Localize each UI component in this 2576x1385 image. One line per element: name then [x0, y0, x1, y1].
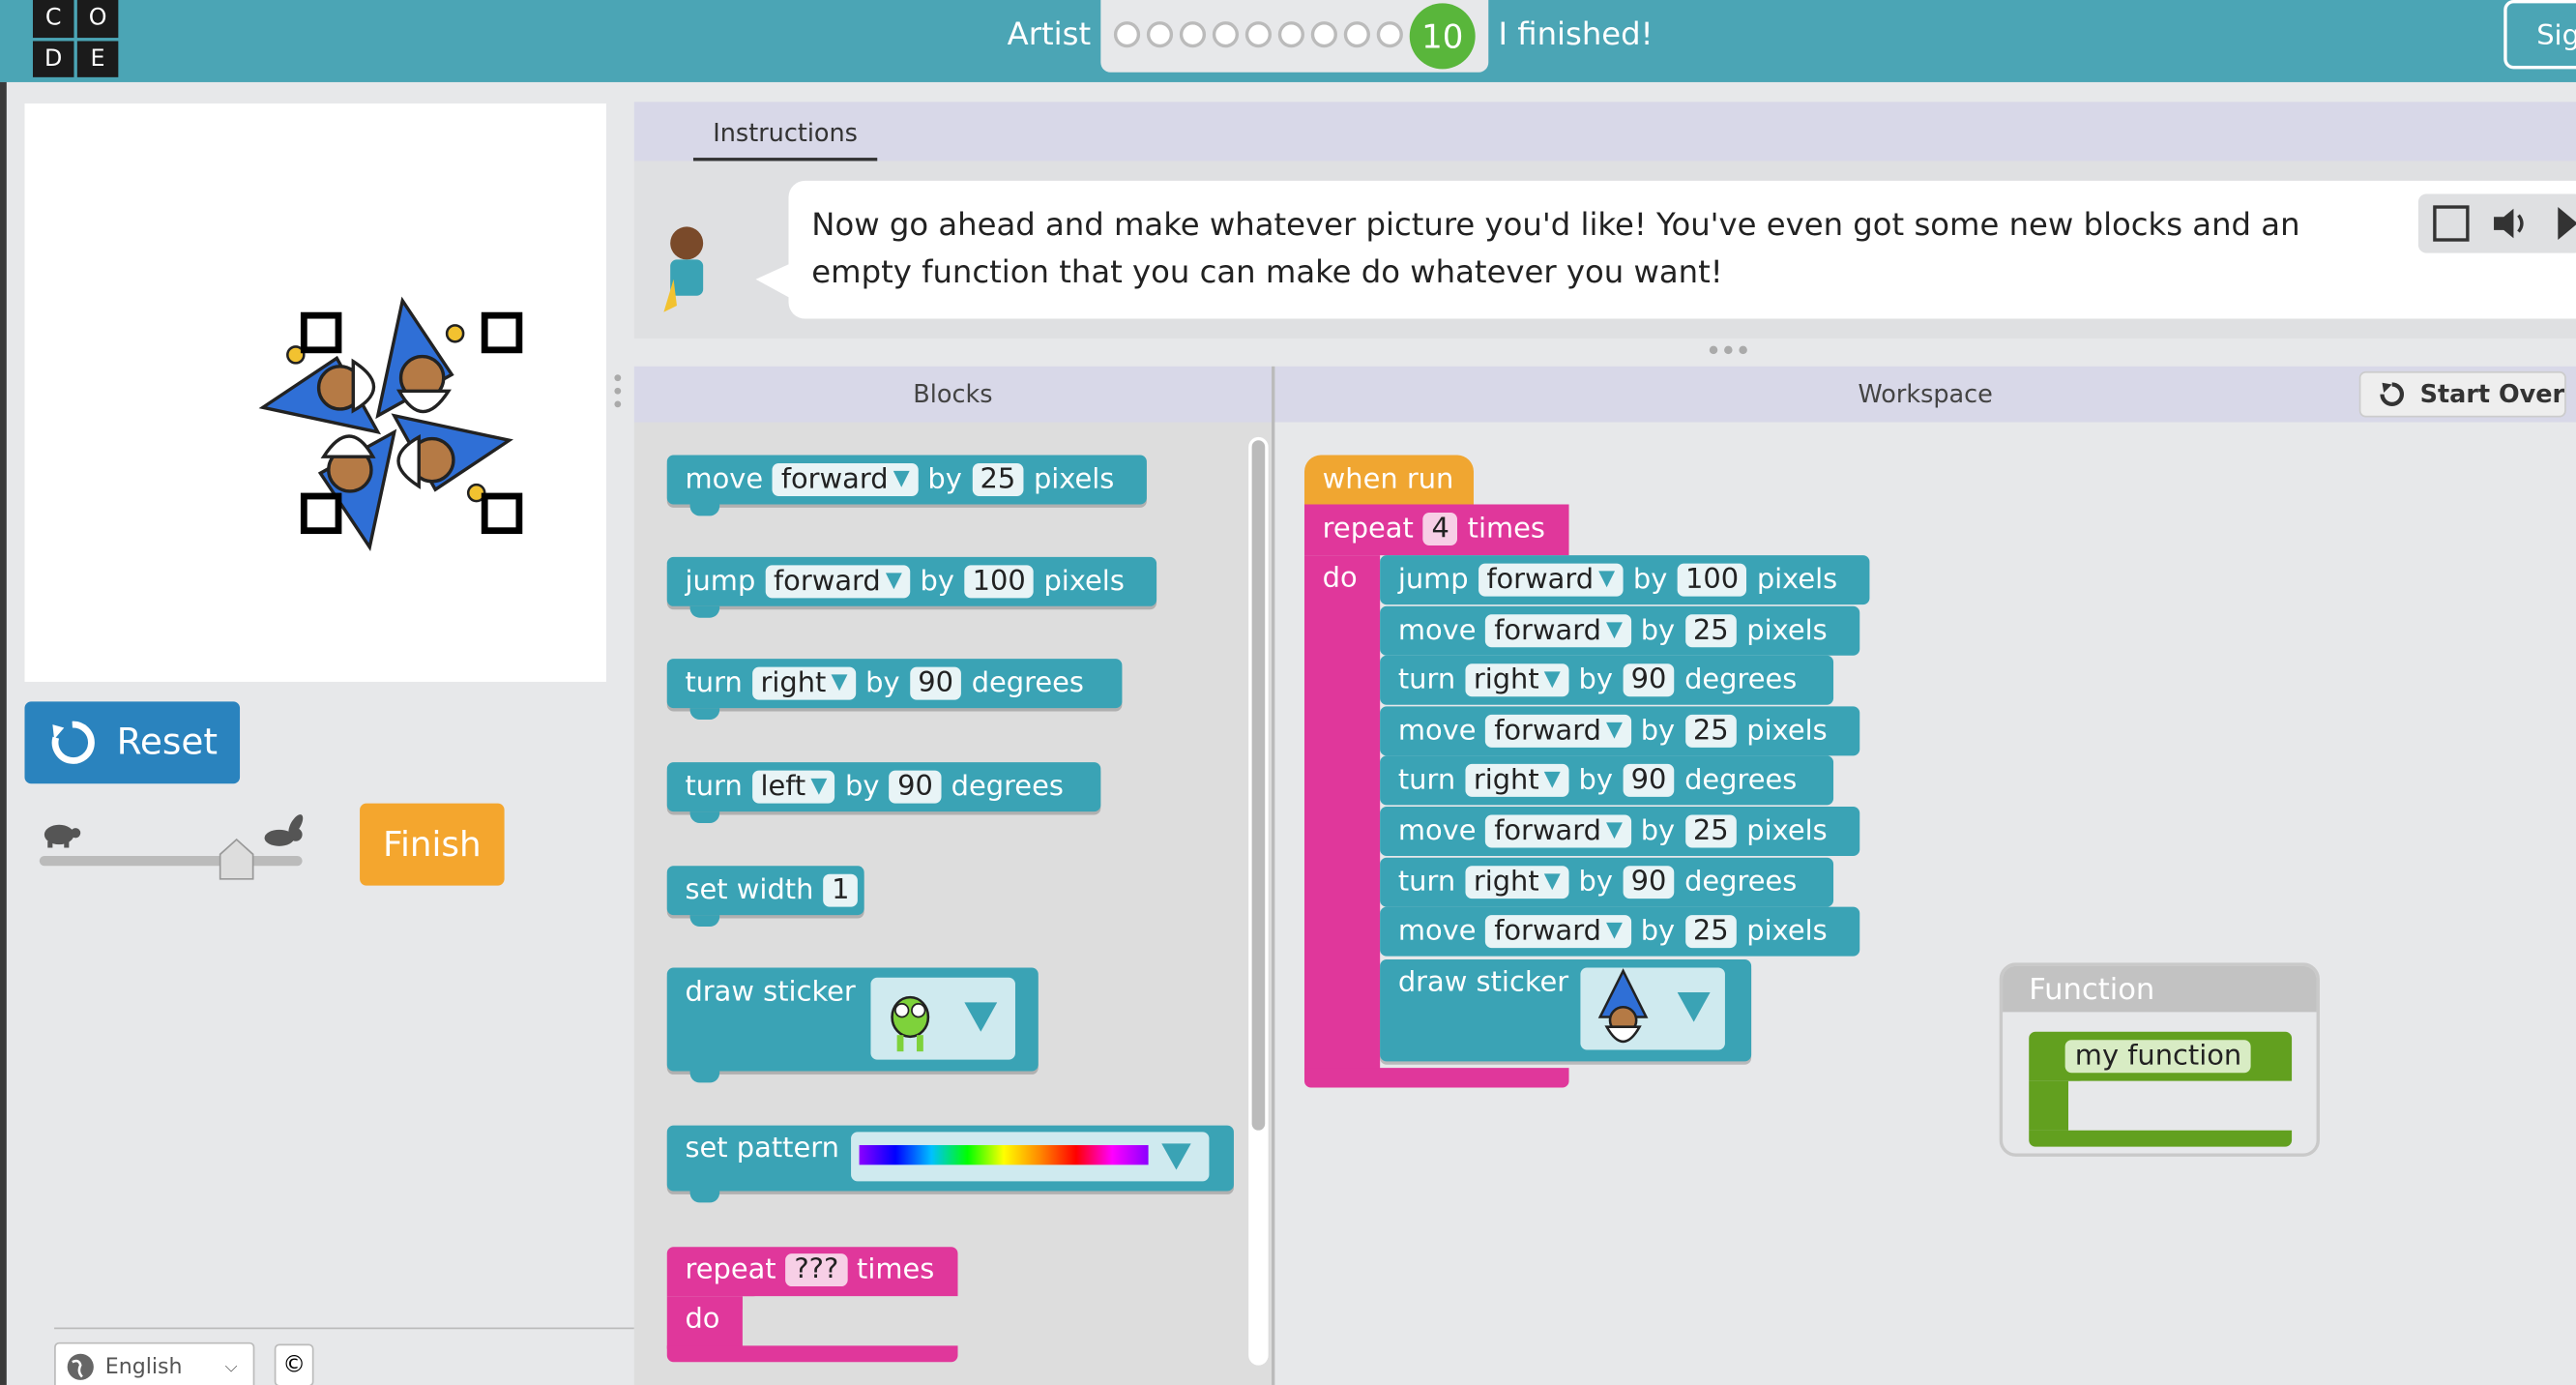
dropdown-arrow-icon	[964, 1002, 998, 1032]
my-function-block[interactable]: my function	[2029, 1031, 2293, 1147]
when-run-block[interactable]: when run	[1303, 455, 1474, 505]
language-select[interactable]: English ⌵	[54, 1341, 255, 1385]
resize-grip-vertical[interactable]	[613, 371, 623, 411]
workspace-move-block[interactable]: move forward ▼ by 25 pixels	[1380, 906, 1860, 957]
toolbox-turn-left-block[interactable]: turn left ▼ by 90 degrees	[666, 762, 1101, 824]
workspace-turn-block[interactable]: turn right ▼ by 90 degrees	[1380, 756, 1834, 807]
instructions-text: Now go ahead and make whatever picture y…	[788, 180, 2576, 319]
dropdown-arrow-icon	[1161, 1143, 1191, 1170]
blocks-header: Blocks	[633, 366, 1273, 423]
level-dot[interactable]	[1343, 21, 1370, 48]
finish-button[interactable]: Finish	[360, 803, 505, 886]
wizard-drawing	[261, 296, 523, 549]
toolbox-scrollbar-thumb[interactable]	[1251, 440, 1266, 1131]
workspace-move-block[interactable]: move forward ▼ by 25 pixels	[1380, 605, 1860, 656]
workspace-turn-block[interactable]: turn right ▼ by 90 degrees	[1380, 656, 1834, 706]
sign-in-button[interactable]: Sig	[2503, 0, 2576, 70]
speaker-icon[interactable]	[2491, 205, 2533, 241]
toolbox-set-width-block[interactable]: set width 1	[666, 866, 864, 928]
speed-slider-handle[interactable]	[219, 838, 254, 880]
workspace-move-block[interactable]: move forward ▼ by 25 pixels	[1380, 706, 1860, 756]
toolbox-draw-sticker-block[interactable]: draw sticker	[666, 967, 1039, 1083]
divider	[54, 1327, 634, 1330]
level-dot[interactable]	[1146, 21, 1174, 48]
toolbox-repeat-block[interactable]: repeat??? times do	[666, 1247, 958, 1365]
reset-button[interactable]: Reset	[24, 701, 241, 784]
speech-bubble-tail	[755, 262, 792, 300]
workspace-jump-block[interactable]: jump forward ▼ by 100 pixels	[1380, 555, 1870, 605]
workspace-turn-block[interactable]: turn right ▼ by 90 degrees	[1380, 857, 1834, 906]
copyright-button[interactable]: ©	[274, 1343, 314, 1385]
globe-icon	[67, 1353, 94, 1380]
wizard-sticker-icon	[1597, 968, 1649, 1044]
tab-instructions[interactable]: Instructions	[692, 112, 878, 162]
turtle-icon	[44, 824, 81, 848]
rabbit-icon	[264, 814, 304, 846]
pencil-character-avatar	[663, 226, 704, 312]
alien-sticker-icon	[891, 995, 930, 1052]
level-dot[interactable]	[1212, 21, 1240, 48]
level-dot[interactable]	[1244, 21, 1273, 48]
lesson-title: Artist	[1007, 15, 1092, 53]
function-header: Function	[2003, 965, 2317, 1013]
dropdown-arrow-icon	[1677, 991, 1711, 1022]
toolbox-jump-block[interactable]: jump forward ▼ by 100 pixels	[666, 556, 1157, 618]
media-controls	[2417, 193, 2576, 253]
workspace-move-block[interactable]: move forward ▼ by 25 pixels	[1380, 807, 1860, 857]
window-edge	[0, 81, 7, 1385]
chevron-down-icon: ⌵	[224, 1357, 238, 1376]
level-dot[interactable]	[1179, 21, 1207, 48]
level-dot[interactable]	[1277, 21, 1304, 48]
level-dot[interactable]	[1310, 21, 1337, 48]
speed-slider-track[interactable]	[39, 856, 303, 867]
text-to-speech-icon[interactable]	[2431, 204, 2474, 244]
toolbox-set-pattern-block[interactable]: set pattern	[666, 1125, 1234, 1203]
start-over-button[interactable]: Start Over	[2358, 370, 2566, 418]
toolbox-move-block[interactable]: move forward ▼ by 25 pixels	[666, 455, 1147, 516]
undo-icon	[2380, 382, 2404, 406]
rainbow-pattern-swatch	[859, 1144, 1149, 1165]
drawing-canvas	[24, 103, 606, 682]
code-logo[interactable]: C O D E	[32, 0, 119, 77]
reset-icon	[51, 721, 95, 764]
current-level-badge[interactable]: 10	[1409, 3, 1476, 70]
instructions-tabbar	[633, 102, 2576, 162]
finished-status: I finished!	[1498, 15, 1654, 53]
toolbox-turn-right-block[interactable]: turn right ▼ by 90 degrees	[666, 659, 1123, 721]
play-icon[interactable]	[2557, 205, 2576, 241]
level-dot[interactable]	[1376, 21, 1403, 48]
level-dot[interactable]	[1113, 21, 1141, 48]
resize-grip-horizontal[interactable]	[1706, 341, 1752, 358]
draw-sticker-block[interactable]: draw sticker	[1380, 959, 1752, 1062]
